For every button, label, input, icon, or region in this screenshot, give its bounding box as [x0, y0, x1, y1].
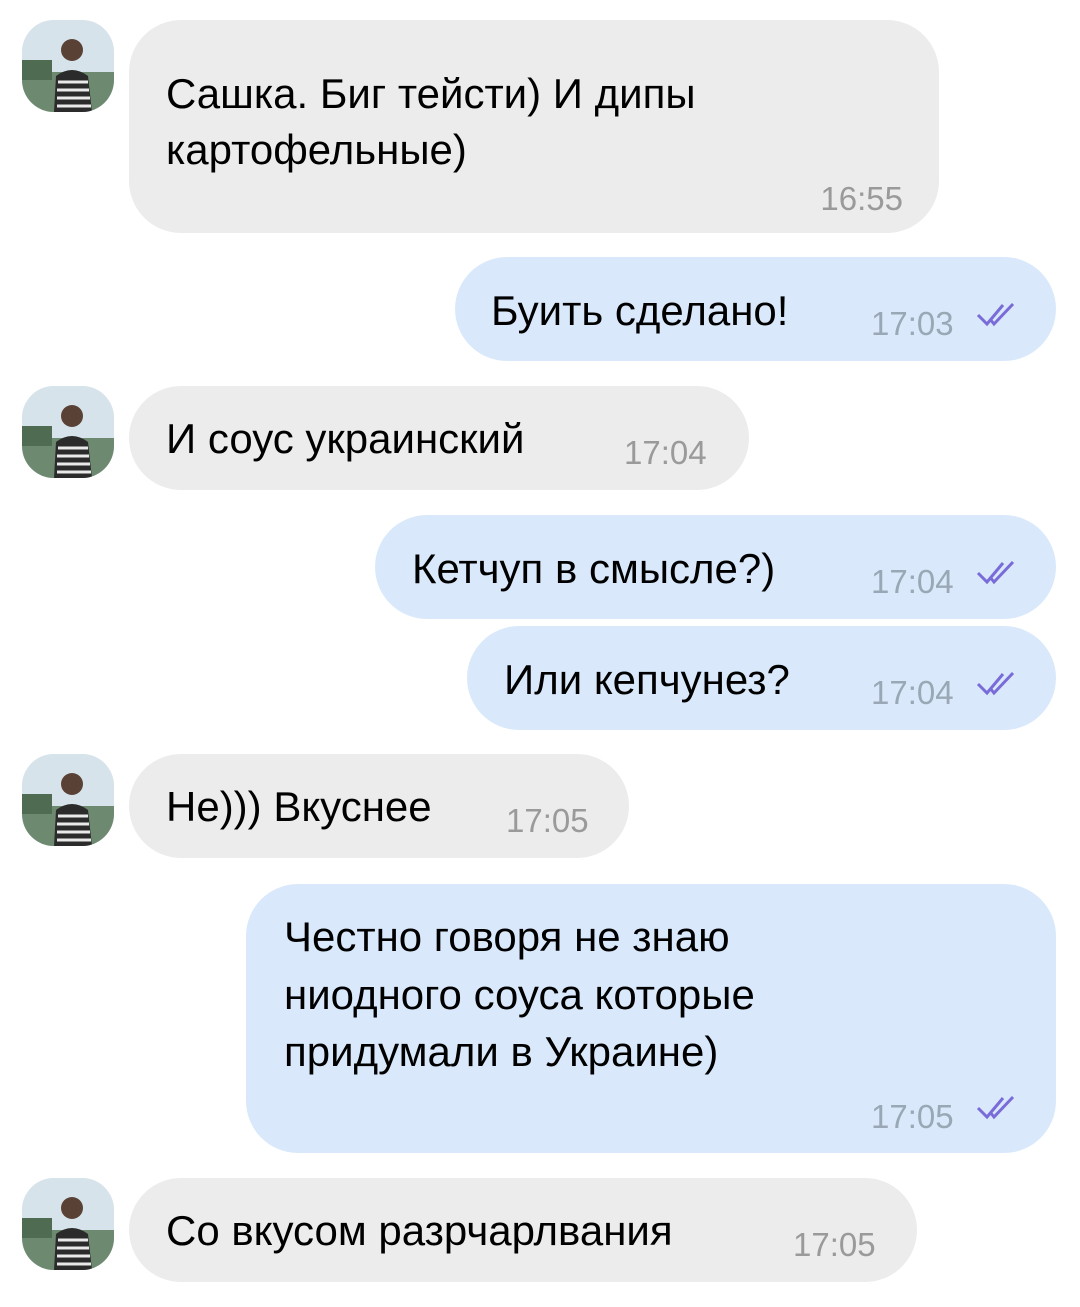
- message-bubble-incoming[interactable]: Со вкусом разрчарлвания 17:05: [129, 1178, 917, 1282]
- message-text: Кетчуп в смысле?): [412, 545, 776, 592]
- message-timestamp: 16:55: [820, 180, 903, 217]
- message-timestamp: 17:04: [871, 563, 954, 600]
- message-bubble-incoming[interactable]: Не))) Вкуснее 17:05: [129, 754, 629, 858]
- message-timestamp: 17:04: [871, 674, 954, 711]
- contact-avatar[interactable]: [22, 20, 114, 112]
- message-text-line: ниодного соуса которые: [284, 971, 755, 1018]
- message-text: Буить сделано!: [491, 287, 789, 334]
- double-check-icon: [976, 302, 1015, 327]
- message-bubble-outgoing[interactable]: Кетчуп в смысле?) 17:04: [375, 515, 1056, 619]
- message-text-line: придумали в Украине): [284, 1028, 719, 1075]
- message-text: Или кепчунез?: [504, 656, 790, 703]
- message-text: Не))) Вкуснее: [166, 783, 432, 830]
- message-timestamp: 17:05: [871, 1098, 954, 1135]
- message-timestamp: 17:05: [793, 1226, 876, 1263]
- chat-message-list[interactable]: Сашка. Биг тейсти) И дипы картофельные) …: [0, 0, 1080, 1307]
- message-bubble-outgoing[interactable]: Или кепчунез? 17:04: [467, 626, 1056, 730]
- contact-avatar[interactable]: [22, 1178, 114, 1270]
- double-check-icon: [976, 1095, 1015, 1120]
- double-check-icon: [976, 560, 1015, 585]
- message-bubble-incoming[interactable]: Сашка. Биг тейсти) И дипы картофельные) …: [129, 20, 939, 233]
- contact-avatar[interactable]: [22, 754, 114, 846]
- contact-avatar[interactable]: [22, 386, 114, 478]
- message-text-line: картофельные): [166, 126, 467, 173]
- message-text-line: Честно говоря не знаю: [284, 913, 730, 960]
- message-timestamp: 17:04: [624, 434, 707, 471]
- message-timestamp: 17:03: [871, 305, 954, 342]
- message-bubble-incoming[interactable]: И соус украинский 17:04: [129, 386, 749, 490]
- message-text: И соус украинский: [166, 415, 525, 462]
- message-text: Со вкусом разрчарлвания: [166, 1207, 673, 1254]
- message-text-line: Сашка. Биг тейсти) И дипы: [166, 70, 696, 117]
- double-check-icon: [976, 671, 1015, 696]
- message-bubble-outgoing[interactable]: Буить сделано! 17:03: [455, 257, 1056, 361]
- message-bubble-outgoing[interactable]: Честно говоря не знаю ниодного соуса кот…: [246, 884, 1056, 1153]
- message-timestamp: 17:05: [506, 802, 589, 839]
